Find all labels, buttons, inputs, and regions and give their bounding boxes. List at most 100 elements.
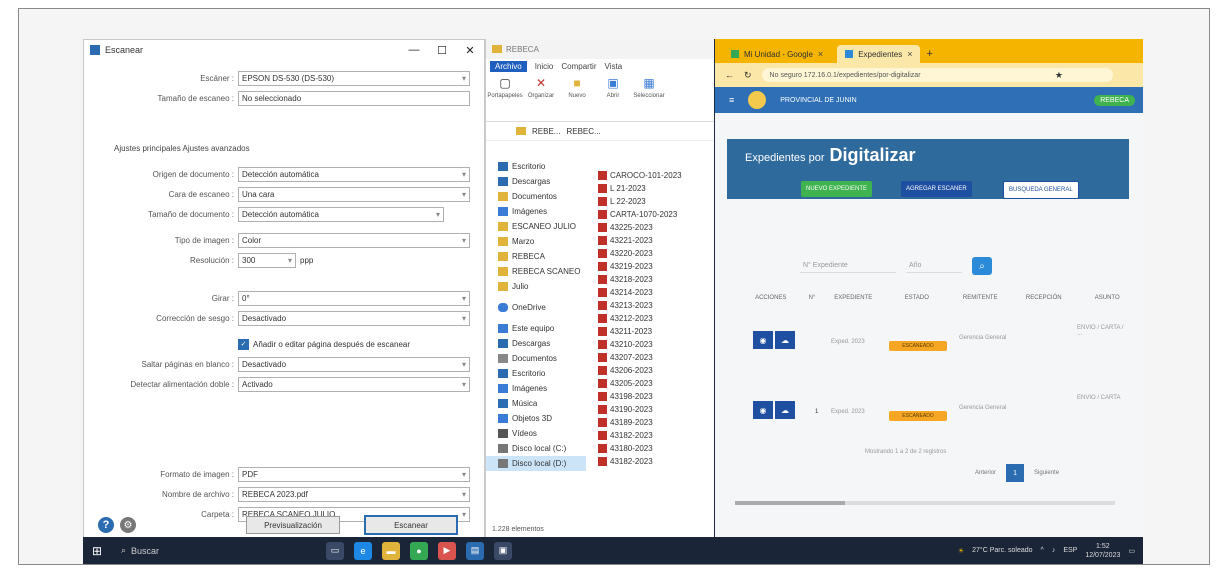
new-tab-button[interactable]: + [926,48,932,63]
column-header[interactable]: ACCIONES [739,295,802,301]
view-icon[interactable]: ◉ [753,401,773,419]
nav-item[interactable]: Escritorio [486,366,586,381]
add-edit-checkbox[interactable]: ✓ [238,338,249,350]
windows-start-icon[interactable]: ⊞ [87,541,107,561]
column-header[interactable]: ESTADO [885,295,948,301]
scan-size-select[interactable]: No seleccionado [238,90,470,106]
horizontal-scrollbar[interactable] [735,501,1115,505]
file-item[interactable]: 43212-2023 [598,312,708,325]
nav-item[interactable]: Descargas [486,336,586,351]
rotate-select[interactable]: 0° ▾ [238,290,470,306]
file-item[interactable]: 43218-2023 [598,273,708,286]
volume-icon[interactable]: ♪ [1052,547,1056,554]
edge-icon[interactable]: e [354,541,372,560]
image-type-select[interactable]: Color ▾ [238,232,470,248]
nav-item[interactable]: Imágenes [486,381,586,396]
nav-item[interactable]: ESCANEO JULIO [486,219,586,234]
ribbon-organize[interactable]: ✕ Organizar [526,75,556,119]
file-item[interactable]: 43198-2023 [598,390,708,403]
file-item[interactable]: CARTA-1070-2023 [598,208,708,221]
next-page-button[interactable]: Siguiente [1034,470,1059,476]
terminal-icon[interactable]: ▣ [494,541,512,560]
column-header[interactable]: N° [802,295,821,301]
ribbon-select[interactable]: ▦ Seleccionar [633,75,664,119]
ribbon-open[interactable]: ▣ Abrir [598,75,628,119]
image-format-select[interactable]: PDF ▾ [238,466,470,482]
nav-item[interactable]: Disco local (C:) [486,441,586,456]
chrome-icon[interactable]: ● [410,541,428,560]
file-item[interactable]: 43205-2023 [598,377,708,390]
new-record-button[interactable]: NUEVO EXPEDIENTE [801,181,873,197]
file-item[interactable]: 43219-2023 [598,260,708,273]
gear-icon[interactable]: ⚙ [120,517,136,533]
upload-icon[interactable]: ☁ [775,401,795,419]
nav-item[interactable]: OneDrive [486,300,586,315]
file-name-select[interactable]: REBECA 2023.pdf ▾ [238,486,470,502]
column-header[interactable]: RECEPCIÓN [1012,295,1075,301]
file-item[interactable]: L 22-2023 [598,195,708,208]
ribbon-new[interactable]: ■ Nuevo [562,75,592,119]
help-icon[interactable]: ? [98,517,114,533]
file-item[interactable]: 43214-2023 [598,286,708,299]
file-item[interactable]: 43221-2023 [598,234,708,247]
tab-home[interactable]: Inicio [535,62,554,71]
tab-file[interactable]: Archivo [490,60,527,72]
nav-item[interactable]: Objetos 3D [486,411,586,426]
add-scanner-button[interactable]: AGREGAR ESCANER [901,181,972,197]
maximize-button[interactable]: ☐ [428,44,456,57]
search-button[interactable]: ⌕ [972,257,992,275]
media-icon[interactable]: ▶ [438,541,456,560]
view-icon[interactable]: ◉ [753,331,773,349]
column-header[interactable]: EXPEDIENTE [822,295,885,301]
ribbon-clipboard[interactable]: ▢ Portapapeles [487,75,522,119]
file-item[interactable]: 43213-2023 [598,299,708,312]
settings-tabs[interactable]: Ajustes principales Ajustes avanzados [114,144,250,153]
nav-item[interactable]: REBECA SCANEO [486,264,586,279]
scrollbar-thumb[interactable] [735,501,845,505]
breadcrumb-item[interactable]: REBEC... [566,127,600,136]
close-tab-icon[interactable]: × [907,49,912,59]
taskbar-search[interactable]: ⌕ Buscar [121,545,321,556]
nav-item[interactable]: Imágenes [486,204,586,219]
double-feed-select[interactable]: Activado ▾ [238,376,470,392]
user-menu[interactable]: REBECA [1094,94,1135,106]
scan-side-select[interactable]: Una cara ▾ [238,186,470,202]
file-item[interactable]: L 21-2023 [598,182,708,195]
star-icon[interactable]: ★ [1055,70,1063,81]
file-item[interactable]: 43220-2023 [598,247,708,260]
resolution-select[interactable]: 300 ▾ [238,252,296,268]
scan-button[interactable]: Escanear [364,515,458,535]
close-button[interactable]: ✕ [456,44,484,57]
tab-share[interactable]: Compartir [561,62,596,71]
skip-blank-select[interactable]: Desactivado ▾ [238,356,470,372]
nav-item[interactable]: Marzo [486,234,586,249]
file-item[interactable]: 43210-2023 [598,338,708,351]
nav-item[interactable]: Disco local (D:) [486,456,586,471]
language-indicator[interactable]: ESP [1063,547,1077,554]
scanner-icon[interactable]: ▤ [466,541,484,560]
nav-item[interactable]: Escritorio [486,159,586,174]
file-item[interactable]: 43180-2023 [598,442,708,455]
upload-icon[interactable]: ☁ [775,331,795,349]
current-page-button[interactable]: 1 [1006,464,1025,482]
preview-button[interactable]: Previsualización [246,516,340,534]
clock[interactable]: 1:52 12/07/2023 [1085,542,1120,560]
close-tab-icon[interactable]: × [818,49,823,59]
file-item[interactable]: 43190-2023 [598,403,708,416]
file-item[interactable]: 43206-2023 [598,364,708,377]
file-item[interactable]: 43189-2023 [598,416,708,429]
back-icon[interactable]: ← [725,70,734,80]
file-item[interactable]: 43182-2023 [598,429,708,442]
nav-item[interactable]: Vídeos [486,426,586,441]
explorer-address-bar[interactable]: REBE... REBEC... [486,122,714,141]
document-size-select[interactable]: Detección automática ▾ [238,206,444,222]
nav-item[interactable]: Documentos [486,351,586,366]
reload-icon[interactable]: ↻ [744,70,752,81]
nav-item[interactable]: REBECA [486,249,586,264]
browser-tab[interactable]: Mi Unidad - Google × [723,45,831,63]
file-item[interactable]: CAROCO-101-2023 [598,169,708,182]
nav-item[interactable]: Descargas [486,174,586,189]
file-explorer-icon[interactable]: ▬ [382,541,400,560]
prev-page-button[interactable]: Anterior [975,470,996,476]
tray-chevron-icon[interactable]: ^ [1041,547,1044,554]
